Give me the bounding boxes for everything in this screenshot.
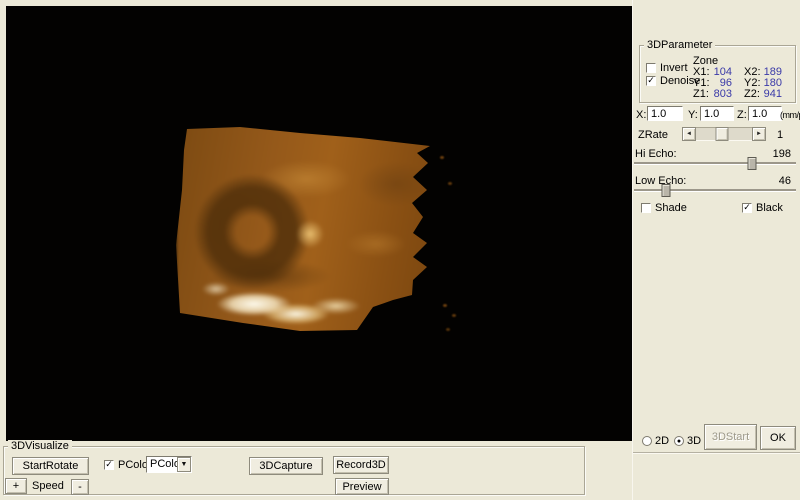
low-echo-value: 46 bbox=[733, 175, 791, 187]
zrate-scrollbar[interactable]: ◄ ► bbox=[682, 127, 766, 141]
visualize-bar: 3DVisualize StartRotate + Speed - ✓ PCol… bbox=[0, 441, 632, 500]
panel-divider bbox=[633, 452, 800, 454]
3dstart-button[interactable]: 3DStart bbox=[704, 424, 757, 450]
shade-label: Shade bbox=[655, 202, 687, 214]
scale-z-input[interactable] bbox=[748, 106, 782, 121]
scroll-right-icon[interactable]: ► bbox=[752, 127, 766, 141]
checkbox-box bbox=[641, 203, 651, 213]
visualize-groupbox: 3DVisualize StartRotate + Speed - ✓ PCol… bbox=[3, 446, 585, 495]
scale-z-label: Z: bbox=[737, 109, 747, 121]
low-echo-label: Low Echo: bbox=[635, 175, 686, 187]
check-icon: ✓ bbox=[105, 460, 113, 469]
3dcapture-button[interactable]: 3DCapture bbox=[249, 457, 323, 475]
scroll-left-icon[interactable]: ◄ bbox=[682, 127, 696, 141]
checkbox-box bbox=[646, 63, 656, 73]
speed-plus-button[interactable]: + bbox=[5, 478, 27, 494]
shade-checkbox[interactable]: Shade bbox=[641, 202, 687, 214]
checkbox-box: ✓ bbox=[742, 203, 752, 213]
parameter-panel: 3DParameter Invert ✓ Denoise Zone X1: 10… bbox=[632, 0, 800, 500]
pcolor-dropdown[interactable]: PColor ▼ bbox=[146, 456, 192, 473]
mode-2d-radio[interactable]: 2D bbox=[642, 435, 669, 447]
speed-label: Speed bbox=[32, 480, 64, 492]
ultrasound-specks bbox=[440, 156, 444, 159]
scale-y-input[interactable] bbox=[700, 106, 734, 121]
ok-button[interactable]: OK bbox=[760, 426, 796, 450]
checkbox-box: ✓ bbox=[104, 460, 114, 470]
low-echo-slider-thumb[interactable] bbox=[662, 184, 671, 197]
scale-x-input[interactable] bbox=[647, 106, 683, 121]
mode-3d-radio[interactable]: ● 3D bbox=[674, 435, 701, 447]
zone-z1-value: 803 bbox=[700, 88, 732, 100]
pcolor-checkbox[interactable]: ✓ PColor bbox=[104, 459, 152, 471]
parameter-groupbox: 3DParameter Invert ✓ Denoise Zone X1: 10… bbox=[639, 45, 796, 103]
visualize-groupbox-title: 3DVisualize bbox=[8, 440, 72, 452]
invert-label: Invert bbox=[660, 62, 688, 74]
preview-button[interactable]: Preview bbox=[335, 478, 389, 495]
ultrasound-volume bbox=[176, 124, 432, 334]
record3d-button[interactable]: Record3D bbox=[333, 456, 389, 474]
black-checkbox[interactable]: ✓ Black bbox=[742, 202, 783, 214]
start-rotate-button[interactable]: StartRotate bbox=[12, 457, 89, 475]
zrate-scrollbar-thumb[interactable] bbox=[716, 127, 729, 141]
mode-3d-label: 3D bbox=[687, 435, 701, 447]
render-viewport[interactable] bbox=[6, 6, 632, 441]
black-label: Black bbox=[756, 202, 783, 214]
radio-circle bbox=[642, 436, 652, 446]
scale-x-label: X: bbox=[636, 109, 646, 121]
hi-echo-slider[interactable] bbox=[634, 162, 796, 165]
zone-z2-value: 941 bbox=[752, 88, 782, 100]
zrate-scrollbar-track[interactable] bbox=[696, 127, 752, 141]
radio-dot-icon: ● bbox=[677, 438, 681, 445]
speed-minus-button[interactable]: - bbox=[71, 479, 89, 495]
app-window: 3DParameter Invert ✓ Denoise Zone X1: 10… bbox=[0, 0, 800, 500]
hi-echo-slider-thumb[interactable] bbox=[748, 157, 757, 170]
dropdown-arrow-icon[interactable]: ▼ bbox=[177, 457, 191, 472]
parameter-groupbox-title: 3DParameter bbox=[644, 39, 715, 51]
scale-y-label: Y: bbox=[688, 109, 698, 121]
mode-2d-label: 2D bbox=[655, 435, 669, 447]
checkbox-box: ✓ bbox=[646, 76, 656, 86]
low-echo-slider[interactable] bbox=[634, 189, 796, 192]
scale-unit-label: (mm/p) bbox=[780, 109, 800, 121]
radio-circle: ● bbox=[674, 436, 684, 446]
hi-echo-value: 198 bbox=[733, 148, 791, 160]
zrate-label: ZRate bbox=[638, 129, 668, 141]
hi-echo-label: Hi Echo: bbox=[635, 148, 677, 160]
zrate-value: 1 bbox=[777, 129, 783, 141]
check-icon: ✓ bbox=[647, 76, 655, 85]
check-icon: ✓ bbox=[743, 203, 751, 212]
invert-checkbox[interactable]: Invert bbox=[646, 62, 688, 74]
